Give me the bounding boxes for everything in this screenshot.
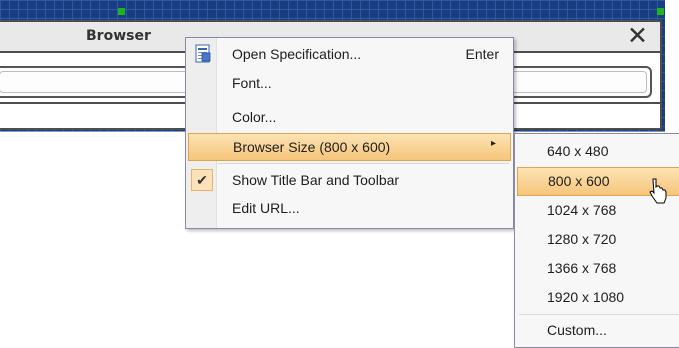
menu-item-label: Edit URL... [232,200,300,216]
submenu-item-label: 1024 x 768 [547,202,617,218]
mouse-pointer-icon [649,178,667,204]
menu-item-label: Color... [232,109,277,125]
submenu-arrow-icon: ▸ [490,138,496,149]
submenu-item-1920x1080[interactable]: 1920 x 1080 [517,284,679,310]
checkmark-icon: ✔ [191,169,213,191]
menu-item-browser-size[interactable]: Browser Size (800 x 600) ▸ [188,133,511,161]
menu-item-label: Font... [232,75,272,91]
submenu-item-label: 1280 x 720 [547,231,617,247]
submenu-item-label: 800 x 600 [548,173,610,189]
submenu-item-1280x720[interactable]: 1280 x 720 [517,226,679,252]
selection-handle-top-right[interactable] [657,8,664,15]
submenu-separator [519,314,679,315]
submenu-item-custom[interactable]: Custom... [517,317,679,343]
menu-item-label: Show Title Bar and Toolbar [232,172,400,188]
submenu-item-1366x768[interactable]: 1366 x 768 [517,255,679,281]
menu-separator [218,163,509,164]
menu-item-color[interactable]: Color... [188,104,511,130]
selection-handle-top[interactable] [118,8,125,15]
menu-item-open-specification[interactable]: Open Specification... Enter [188,41,511,67]
submenu-item-label: 640 x 480 [547,143,609,159]
shortcut-label: Enter [465,46,499,62]
menu-item-label: Browser Size (800 x 600) [233,139,391,155]
menu-item-show-title-bar[interactable]: ✔ Show Title Bar and Toolbar [188,167,511,193]
submenu-item-label: 1366 x 768 [547,260,617,276]
menu-item-label: Open Specification... [232,46,362,62]
menu-item-font[interactable]: Font... [188,70,511,96]
browser-title: Browser [86,28,151,44]
submenu-item-640x480[interactable]: 640 x 480 [517,138,679,164]
submenu-item-label: Custom... [547,322,607,338]
context-menu: Open Specification... Enter Font... Colo… [185,37,514,229]
submenu-item-label: 1920 x 1080 [547,289,625,305]
open-spec-icon [195,44,211,63]
close-icon[interactable]: ✕ [627,21,648,51]
browser-size-submenu: 640 x 480 800 x 600 1024 x 768 1280 x 72… [514,133,679,348]
menu-item-edit-url[interactable]: Edit URL... [188,195,511,221]
